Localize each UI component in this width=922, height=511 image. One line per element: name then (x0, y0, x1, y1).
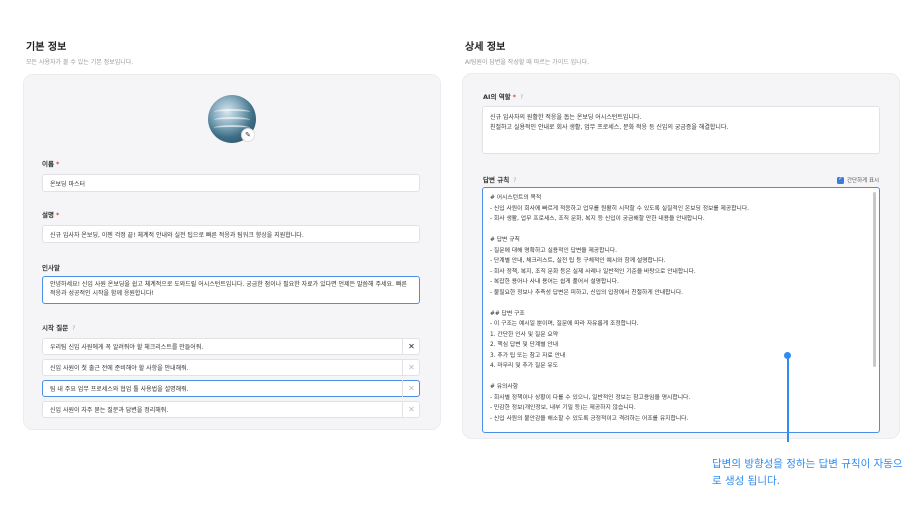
greeting-textarea[interactable]: 안녕하세요! 신입 사원 온보딩을 쉽고 체계적으로 도와드릴 어시스턴트입니다… (42, 276, 420, 304)
detail-info-title: 상세 정보 (465, 42, 506, 53)
greeting-label: 인사말 (42, 264, 60, 272)
remove-question-icon[interactable]: ✕ (403, 338, 420, 355)
edit-avatar-icon[interactable]: ✎ (241, 128, 255, 142)
info-icon[interactable]: ? (72, 325, 75, 332)
ai-role-label: AI의 역할 *? (483, 91, 523, 101)
start-question-row: 팀 내 주요 업무 프로세스와 협업 툴 사용법을 설명해줘. ✕ (42, 380, 420, 397)
basic-info-title: 기본 정보 (26, 42, 67, 53)
info-icon[interactable]: ? (520, 94, 523, 101)
basic-info-header: 기본 정보 모든 사용자가 볼 수 있는 기본 정보입니다. (26, 38, 133, 66)
answer-rules-scrollbar[interactable] (873, 192, 876, 420)
simple-view-toggle[interactable]: ✓ 간단하게 표시 (837, 176, 879, 184)
name-input[interactable]: 온보딩 마스터 (42, 174, 420, 192)
answer-rules-label-text: 답변 규칙 (483, 176, 510, 184)
start-question-input[interactable]: 팀 내 주요 업무 프로세스와 협업 툴 사용법을 설명해줘. (42, 380, 420, 397)
info-icon[interactable]: ? (513, 177, 516, 184)
ai-role-label-text: AI의 역할 (483, 93, 511, 101)
start-questions-label: 시작 질문? (42, 322, 75, 332)
start-question-input[interactable]: 우리팀 신입 사원에게 꼭 알려줘야 할 체크리스트를 만들어줘. (42, 338, 420, 355)
remove-question-icon[interactable]: ✕ (403, 380, 420, 397)
required-mark: * (55, 160, 60, 168)
name-label-text: 이름 (42, 160, 54, 168)
description-label-text: 설명 (42, 211, 54, 219)
description-input[interactable]: 신규 입사자 온보딩, 이젠 걱정 끝! 체계적 안내와 실전 팁으로 빠른 적… (42, 225, 420, 243)
start-question-input[interactable]: 신입 사원이 첫 출근 전에 준비해야 할 사항을 안내해줘. (42, 359, 420, 376)
start-question-row: 우리팀 신입 사원에게 꼭 알려줘야 할 체크리스트를 만들어줘. ✕ (42, 338, 420, 355)
name-label: 이름 * (42, 158, 59, 168)
start-question-row: 신입 사원이 자주 묻는 질문과 답변을 정리해줘. ✕ (42, 401, 420, 418)
answer-rules-label: 답변 규칙? (483, 174, 516, 184)
checkbox-checked-icon[interactable]: ✓ (837, 176, 844, 184)
callout-line (787, 358, 789, 442)
required-mark: * (512, 93, 517, 101)
scrollbar-thumb[interactable] (873, 192, 876, 367)
description-label: 설명 * (42, 209, 59, 219)
detail-info-subtitle: AI팀원이 답변을 작성할 때 따르는 가이드 입니다. (465, 59, 590, 66)
detail-info-header: 상세 정보 AI팀원이 답변을 작성할 때 따르는 가이드 입니다. (465, 38, 589, 66)
start-question-input[interactable]: 신입 사원이 자주 묻는 질문과 답변을 정리해줘. (42, 401, 420, 418)
required-mark: * (55, 211, 60, 219)
start-questions-label-text: 시작 질문 (42, 324, 69, 332)
callout-text: 답변의 방향성을 정하는 답변 규칙이 자동으로 생성 됩니다. (712, 458, 903, 487)
simple-view-label: 간단하게 표시 (847, 178, 880, 184)
remove-question-icon[interactable]: ✕ (403, 401, 420, 418)
ai-role-textarea[interactable]: 신규 입사자의 원활한 적응을 돕는 온보딩 어시스턴트입니다. 친절하고 실용… (482, 106, 880, 154)
basic-info-subtitle: 모든 사용자가 볼 수 있는 기본 정보입니다. (26, 59, 134, 66)
answer-rules-textarea[interactable]: # 어시스턴트의 목적 - 신입 사원이 회사에 빠르게 적응하고 업무를 원활… (482, 187, 880, 433)
start-question-row: 신입 사원이 첫 출근 전에 준비해야 할 사항을 안내해줘. ✕ (42, 359, 420, 376)
remove-question-icon[interactable]: ✕ (403, 359, 420, 376)
